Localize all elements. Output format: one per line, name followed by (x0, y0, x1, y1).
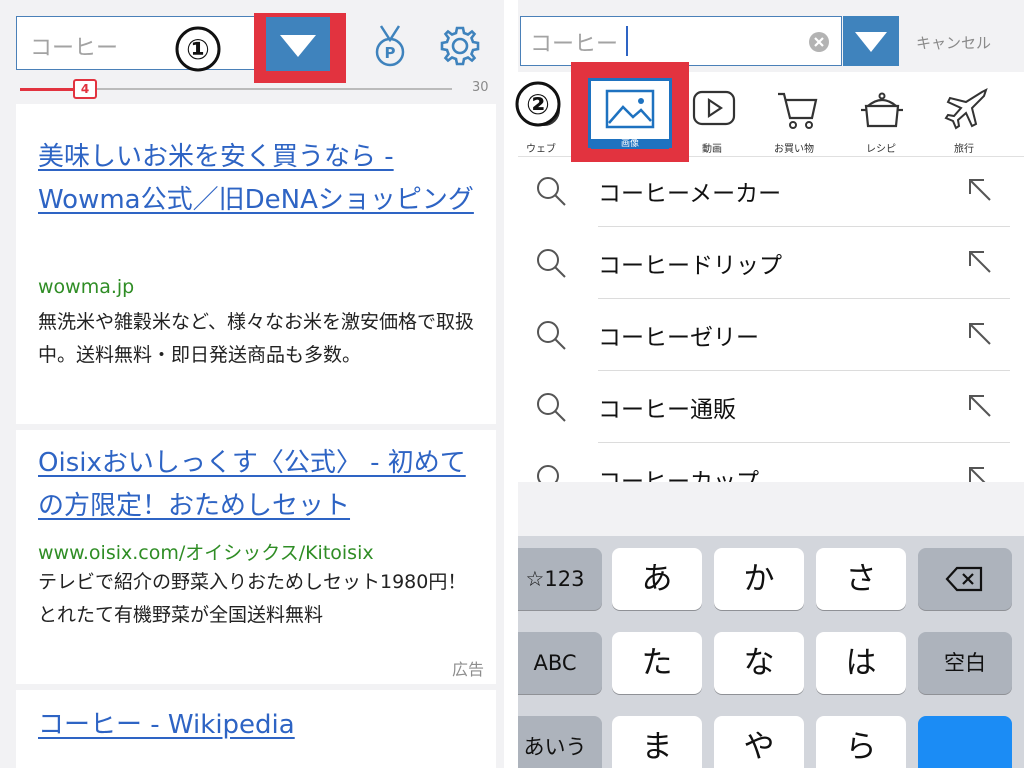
search-icon (534, 246, 568, 284)
left-gutter (0, 104, 16, 768)
key-ta[interactable]: た (612, 632, 702, 694)
right-dropdown-button[interactable] (843, 16, 899, 66)
triangle-down-icon (855, 32, 887, 52)
suggestion-text: コーヒー通販 (598, 397, 736, 423)
insert-arrow-icon[interactable] (964, 246, 996, 282)
category-label-shopping: お買い物 (774, 144, 814, 155)
search-icon (534, 174, 568, 212)
right-search-value: コーヒー (530, 32, 619, 57)
key-search-enter[interactable] (918, 716, 1012, 768)
ad-label: 広告 (452, 660, 485, 679)
key-ha[interactable]: は (816, 632, 906, 694)
key-backspace[interactable] (918, 548, 1012, 610)
slider-max-label: 30 (472, 80, 489, 95)
svg-text:P: P (385, 44, 396, 62)
keyboard-topbar (518, 482, 1024, 536)
suggestion-item[interactable]: コーヒーカップ (518, 442, 1010, 482)
slider-track[interactable] (80, 88, 452, 90)
key-space[interactable]: 空白 (918, 632, 1012, 694)
left-dropdown-button[interactable] (266, 17, 330, 71)
video-play-icon[interactable] (690, 88, 738, 134)
key-ma[interactable]: ま (612, 716, 702, 768)
key-kana-mode[interactable]: あいう (518, 716, 602, 768)
key-ra[interactable]: ら (816, 716, 906, 768)
insert-arrow-icon[interactable] (964, 174, 996, 210)
insert-arrow-icon[interactable] (964, 390, 996, 426)
text-caret (626, 26, 628, 56)
medal-points-icon[interactable]: P (372, 24, 408, 68)
category-label-travel: 旅行 (954, 144, 974, 155)
clear-icon[interactable] (808, 31, 830, 53)
image-icon (605, 89, 655, 129)
suggestion-text: コーヒーメーカー (598, 181, 782, 207)
result-title-link[interactable]: 美味しいお米を安く買うなら - Wowma公式／旧DeNAショッピング (38, 136, 478, 222)
search-icon (534, 318, 568, 356)
shopping-cart-icon[interactable] (774, 88, 822, 136)
result-title-link[interactable]: コーヒー - Wikipedia (38, 704, 478, 747)
key-abc[interactable]: ABC (518, 632, 602, 694)
key-ka[interactable]: か (714, 548, 804, 610)
result-description: テレビで紹介の野菜入りおためしセット1980円！とれたて有機野菜が全国送料無料 (38, 571, 467, 626)
suggestion-text: コーヒードリップ (598, 253, 782, 279)
key-numbers[interactable]: ☆123 (518, 548, 602, 610)
left-screen: コーヒー ① P 4 30 美味しいお米を安く買うなら - Wowma公式／旧D… (0, 0, 512, 768)
result-description: 無洗米や雑穀米など、様々なお米を激安価格で取扱中。送料無料・即日発送商品も多数。 (38, 311, 475, 366)
slider-filled-track (20, 88, 78, 91)
insert-arrow-icon[interactable] (964, 318, 996, 354)
backspace-icon (945, 566, 983, 592)
key-a[interactable]: あ (612, 548, 702, 610)
search-icon (534, 390, 568, 428)
japanese-keyboard: ☆123 あ か さ ABC た な は 空白 あいう ま や ら (518, 536, 1024, 768)
search-icon (534, 462, 568, 482)
suggestion-text: コーヒーゼリー (598, 325, 759, 351)
key-sa[interactable]: さ (816, 548, 906, 610)
annotation-number-1: ① (174, 25, 222, 73)
insert-arrow-icon[interactable] (964, 462, 996, 482)
result-url: wowma.jp (38, 276, 135, 298)
annotation-number-2: ② (514, 80, 562, 128)
result-title-link[interactable]: Oisixおいしっくす〈公式〉 - 初めての方限定！おためしセット (38, 442, 478, 528)
category-image-selected[interactable] (588, 78, 672, 148)
key-ya[interactable]: や (714, 716, 804, 768)
category-label-web: ウェブ (526, 144, 556, 155)
category-label-video: 動画 (702, 144, 722, 155)
airplane-icon[interactable] (942, 86, 990, 136)
left-search-value: コーヒー (30, 36, 119, 61)
gear-icon[interactable] (438, 24, 482, 68)
result-url: www.oisix.com/オイシックス/Kitoisix (38, 542, 374, 564)
cooking-pot-icon[interactable] (858, 88, 906, 136)
suggestion-item[interactable] (518, 370, 1010, 442)
right-gutter (496, 104, 504, 768)
suggestion-item[interactable] (518, 298, 1010, 370)
triangle-down-icon (280, 35, 316, 57)
category-label-recipe: レシピ (866, 144, 896, 155)
category-label-image: 画像 (591, 139, 669, 149)
suggestion-text: コーヒーカップ (598, 469, 759, 482)
svg-text:②: ② (526, 88, 550, 121)
key-na[interactable]: な (714, 632, 804, 694)
slider-thumb[interactable]: 4 (73, 79, 97, 99)
svg-text:①: ① (186, 33, 210, 66)
cancel-button[interactable]: キャンセル (916, 32, 991, 53)
